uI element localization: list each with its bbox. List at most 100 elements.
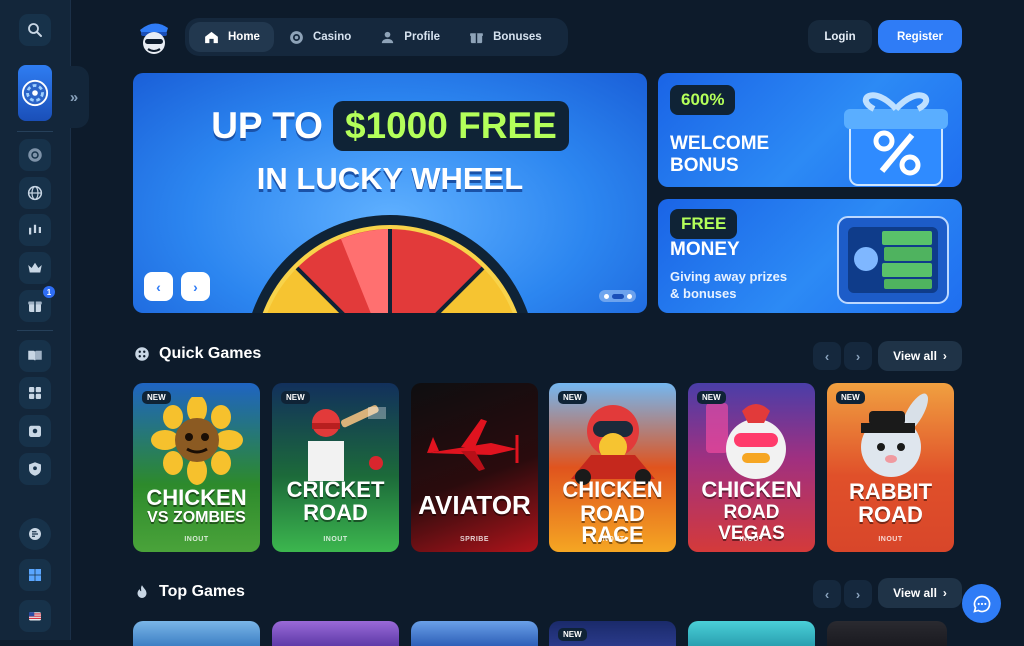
game-card[interactable]: NEW CHICKEN ROAD VEGAS INOUT — [688, 383, 815, 552]
double-chevron-right-icon: » — [69, 88, 79, 106]
search-button[interactable] — [19, 14, 51, 46]
promo-free-money[interactable]: FREE MONEY Giving away prizes & bonuses — [658, 199, 962, 313]
top-game-card[interactable] — [827, 621, 947, 646]
new-badge: NEW — [281, 391, 310, 404]
sidebar-item-vip[interactable] — [19, 252, 51, 284]
game-title: AVIATOR — [418, 490, 531, 520]
nav-bonuses[interactable]: Bonuses — [454, 22, 556, 52]
nav-profile[interactable]: Profile — [365, 22, 454, 52]
user-icon — [382, 31, 394, 43]
money-safe-icon — [837, 216, 949, 304]
top-game-card[interactable]: NEW — [549, 621, 676, 646]
globe-icon — [27, 185, 43, 201]
top-games-next[interactable]: › — [844, 580, 872, 608]
expand-sidebar-button[interactable]: » — [59, 66, 89, 128]
live-chat-button[interactable] — [962, 584, 1001, 623]
sidebar-item-sports[interactable] — [19, 177, 51, 209]
sidebar-divider — [17, 131, 53, 132]
new-badge: NEW — [558, 391, 587, 404]
lucky-wheel-thumbnail[interactable] — [18, 65, 52, 121]
sidebar-item-games[interactable] — [19, 377, 51, 409]
sidebar-item-trading[interactable] — [19, 214, 51, 246]
game-provider: INOUT — [323, 536, 348, 543]
crown-icon — [28, 262, 42, 273]
nav-home[interactable]: Home — [189, 22, 274, 52]
telegram-icon — [29, 528, 41, 540]
new-badge: NEW — [836, 391, 865, 404]
game-provider: INOUT — [739, 536, 764, 543]
nav-casino[interactable]: Casino — [274, 22, 365, 52]
sidebar-item-support[interactable] — [19, 518, 51, 550]
quick-games-title: Quick Games — [159, 345, 262, 362]
archive-icon — [29, 425, 41, 437]
gift-box-percent-icon — [844, 92, 948, 186]
game-card[interactable]: NEW RABBIT ROAD INOUT — [827, 383, 954, 552]
hero-subline: IN LUCKY WHEEL — [256, 161, 524, 196]
top-game-card[interactable] — [133, 621, 260, 646]
new-badge: NEW — [142, 391, 171, 404]
register-button[interactable]: Register — [878, 20, 962, 53]
game-card[interactable]: NEW CHICKEN VS ZOMBIES INOUT — [133, 383, 260, 552]
top-game-card[interactable] — [411, 621, 538, 646]
view-all-label: View all — [893, 586, 937, 600]
casino-chip-icon — [290, 30, 303, 44]
sidebar-item-archive[interactable] — [19, 415, 51, 447]
login-button[interactable]: Login — [808, 20, 872, 53]
language-selector[interactable] — [19, 600, 51, 632]
hero-banner[interactable]: UP TO $1000 FREE IN LUCKY WHEEL ‹ › — [133, 73, 647, 313]
sidebar-divider — [17, 330, 53, 331]
sidebar-item-bonuses[interactable]: 1 — [19, 286, 55, 322]
promo-free-tag: FREE — [670, 209, 738, 239]
game-provider: INOUT — [878, 536, 903, 543]
hero-highlight: $1000 FREE — [332, 101, 569, 151]
game-card[interactable]: AVIATOR SPRIBE — [411, 383, 538, 552]
chat-bubble-icon — [972, 595, 990, 613]
flame-icon — [137, 585, 147, 598]
sidebar-item-windows-app[interactable] — [19, 559, 51, 591]
chevron-right-icon: › — [855, 586, 861, 602]
quick-games-view-all[interactable]: View all › — [878, 341, 962, 371]
game-provider: SPRIBE — [459, 536, 490, 543]
main-nav: Home Casino Profile Bonuses — [185, 18, 568, 56]
sidebar-item-casino[interactable] — [19, 139, 51, 171]
promo-welcome-bonus[interactable]: 600% WELCOME BONUS — [658, 73, 962, 187]
new-badge: NEW — [697, 391, 726, 404]
us-flag-icon — [29, 612, 41, 621]
sidebar-item-security[interactable] — [19, 453, 51, 485]
game-title: RABBIT — [848, 479, 933, 504]
top-games-title: Top Games — [159, 583, 245, 600]
top-games-prev[interactable]: ‹ — [813, 580, 841, 608]
chevron-left-icon: ‹ — [824, 348, 830, 364]
sunflower-art-icon — [151, 397, 243, 485]
game-title: CHICKEN — [701, 477, 802, 502]
game-title: CHICKEN — [562, 477, 663, 502]
shield-icon — [29, 462, 41, 476]
hero-next-button[interactable]: › — [181, 272, 210, 301]
search-icon — [28, 23, 42, 37]
view-all-label: View all — [893, 349, 937, 363]
sidebar-item-rules[interactable] — [19, 340, 51, 372]
chevron-left-icon: ‹ — [824, 586, 830, 602]
game-card[interactable]: NEW CRICKET ROAD INOUT — [272, 383, 399, 552]
game-provider: INOUT — [184, 536, 209, 543]
site-logo[interactable] — [136, 18, 172, 56]
nav-profile-label: Profile — [404, 31, 441, 43]
top-games-view-all[interactable]: View all › — [878, 578, 962, 608]
rabbit-art-icon — [861, 393, 928, 477]
quick-games-next[interactable]: › — [844, 342, 872, 370]
dice-icon — [135, 347, 149, 361]
game-subtitle: ROAD — [303, 500, 368, 525]
red-airplane-art-icon — [427, 419, 519, 471]
puzzle-icon — [29, 387, 41, 399]
carousel-indicator[interactable] — [599, 290, 636, 302]
promo-welcome-tag: 600% — [670, 85, 736, 115]
game-card[interactable]: NEW CHICKEN ROAD RACE INOUT — [549, 383, 676, 552]
hero-prev-button[interactable]: ‹ — [144, 272, 173, 301]
game-provider: INOUT — [600, 536, 625, 543]
top-game-card[interactable] — [688, 621, 815, 646]
quick-games-prev[interactable]: ‹ — [813, 342, 841, 370]
chevron-right-icon: › — [855, 348, 861, 364]
promo-welcome-title: WELCOME BONUS — [670, 133, 770, 176]
top-game-card[interactable] — [272, 621, 399, 646]
game-subtitle: ROAD — [858, 502, 923, 527]
